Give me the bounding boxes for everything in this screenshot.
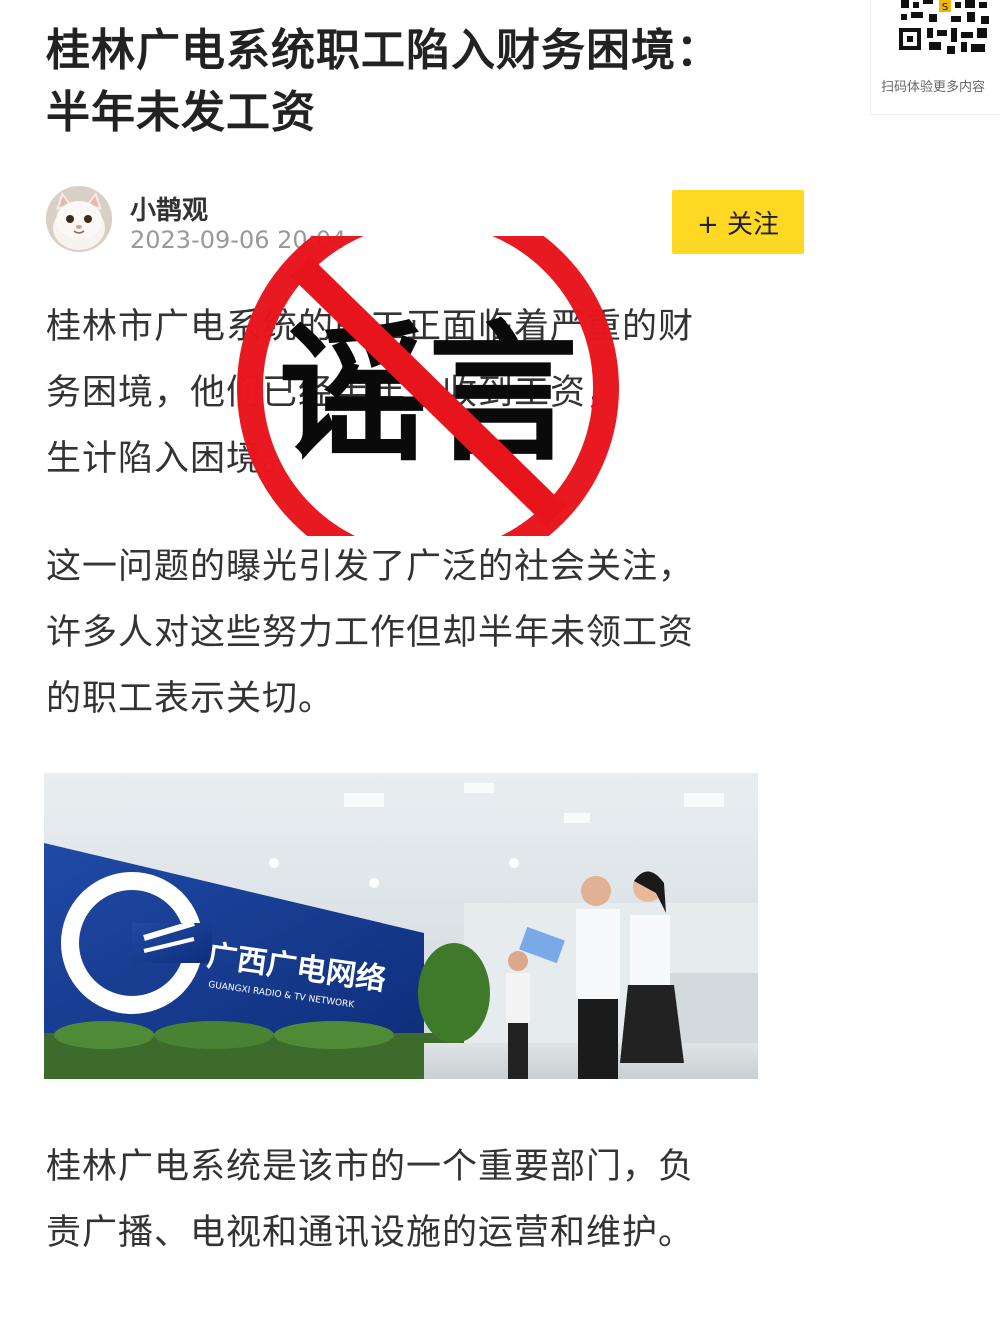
qr-code-panel[interactable]: S 扫码体验更多内容 [870,0,1000,115]
qr-code-image: S [899,0,993,58]
article-paragraph-3: 桂林广电系统是该市的一个重要部门，负 责广播、电视和通讯设施的运营和维护。 [46,1134,816,1266]
title-line-1: 桂林广电系统职工陷入财务困境： [46,25,721,76]
paragraph-line: 的职工表示关切。 [46,679,335,719]
paragraph-line: 桂林广电系统是该市的一个重要部门，负 [46,1147,695,1187]
follow-button[interactable]: + 关注 [672,190,804,254]
paragraph-line: 责广播、电视和通讯设施的运营和维护。 [46,1213,695,1253]
title-line-2: 半年未发工资 [46,87,316,138]
paragraph-line: 许多人对这些努力工作但却半年未领工资 [46,613,695,653]
svg-text:S: S [942,2,948,13]
qr-caption: 扫码体验更多内容 [881,80,986,95]
avatar[interactable] [46,186,112,252]
cat-avatar-icon [46,186,112,252]
article-image[interactable]: 广西广电网络 GUANGXI RADIO & TV NETWORK [44,773,758,1079]
article-page: 桂林广电系统职工陷入财务困境： 半年未发工资 S 扫码体验更多内容 小鹊观 20… [0,0,1000,1334]
article-paragraph-2: 这一问题的曝光引发了广泛的社会关注， 许多人对这些努力工作但却半年未领工资 的职… [46,534,816,732]
article-title: 桂林广电系统职工陷入财务困境： 半年未发工资 [46,20,826,144]
author-name[interactable]: 小鹊观 [130,190,208,227]
paragraph-line: 这一问题的曝光引发了广泛的社会关注， [46,547,695,587]
rumor-stamp: 谣言 [237,236,619,536]
